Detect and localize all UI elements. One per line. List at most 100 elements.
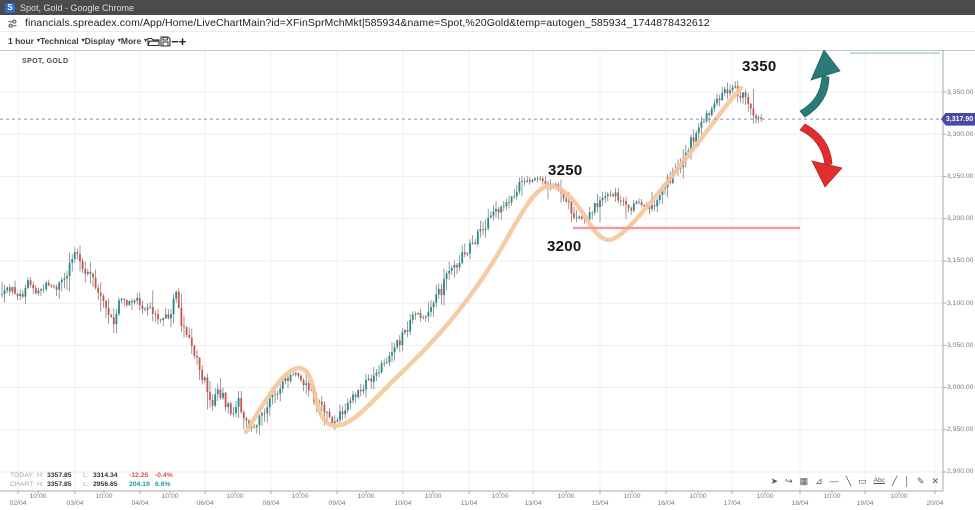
- time-tick-label: 10:00: [95, 493, 112, 500]
- open-chart-button[interactable]: [147, 36, 160, 47]
- horizontal-line-tool-icon[interactable]: —: [830, 477, 839, 486]
- display-dropdown[interactable]: Display ▾: [85, 36, 121, 46]
- time-tick-label: 10:00: [823, 493, 840, 500]
- zoom-in-button[interactable]: +: [179, 35, 187, 48]
- time-tick-label: 10:00: [161, 493, 178, 500]
- low-label: L:: [83, 472, 93, 481]
- time-tick-label: 09/04: [328, 500, 345, 507]
- annotation-label-3350[interactable]: 3350: [742, 58, 777, 75]
- more-dropdown[interactable]: More ▾: [121, 36, 147, 46]
- text-tool-icon[interactable]: Abc: [874, 478, 885, 485]
- window-title: Spot, Gold - Google Chrome: [20, 3, 134, 13]
- time-tick-label: 10:00: [756, 493, 773, 500]
- window-titlebar: S Spot, Gold - Google Chrome: [0, 0, 975, 15]
- chart-toolbar: 1 hour ▾ Technical ▾ Display ▾ More ▾ − …: [0, 32, 975, 50]
- marker-tool-icon[interactable]: ✎: [917, 477, 925, 486]
- today-high: 3357.85: [47, 472, 77, 481]
- low-label: L:: [83, 481, 93, 490]
- open-folder-icon: [147, 36, 160, 47]
- chart-stats-row: CHART: H: 3357.85 L: 2956.65 204.19 6.6%: [10, 481, 173, 490]
- time-tick-label: 10:00: [424, 493, 441, 500]
- price-tick-label: 2,900.00: [947, 468, 973, 475]
- annotation-label-3250[interactable]: 3250: [548, 162, 583, 179]
- site-settings-icon[interactable]: [7, 18, 18, 29]
- today-label: TODAY:: [10, 472, 37, 481]
- delete-tool-icon[interactable]: ✕: [931, 477, 939, 486]
- session-stats: TODAY: H: 3357.85 L: 3314.34 -12.25 -0.4…: [10, 472, 173, 489]
- sketch-curve-annotation[interactable]: [246, 88, 741, 432]
- channel-tool-icon[interactable]: ⊿: [815, 477, 823, 486]
- price-tick-label: 3,000.00: [947, 384, 973, 391]
- price-tick-label: 3,250.00: [947, 173, 973, 180]
- high-label: H:: [37, 481, 47, 490]
- vertical-line-tool-icon[interactable]: │: [904, 477, 910, 486]
- rectangle-tool-icon[interactable]: ▭: [858, 477, 867, 486]
- today-low: 3314.34: [93, 472, 123, 481]
- time-tick-label: 03/04: [66, 500, 83, 507]
- browser-window: { "window": { "title": "Spot, Gold - Goo…: [0, 0, 975, 510]
- trendline-tool-icon[interactable]: ╲: [846, 477, 851, 486]
- time-tick-label: 10:00: [557, 493, 574, 500]
- technical-dropdown[interactable]: Technical ▾: [40, 36, 85, 46]
- symbol-label: SPOT, GOLD: [22, 58, 68, 65]
- candlestick-chart-canvas[interactable]: [0, 50, 975, 510]
- time-tick-label: 20/04: [926, 500, 943, 507]
- time-tick-label: 10:00: [29, 493, 46, 500]
- time-tick-label: 08/04: [262, 500, 279, 507]
- price-tick-label: 3,050.00: [947, 342, 973, 349]
- price-tick-label: 3,150.00: [947, 257, 973, 264]
- today-change: -12.25: [129, 472, 155, 481]
- time-tick-label: 10:00: [491, 493, 508, 500]
- diagonal-line-tool-icon[interactable]: ╱: [892, 477, 897, 486]
- high-label: H:: [37, 472, 47, 481]
- elbow-arrow-tool-icon[interactable]: ↪: [785, 477, 793, 486]
- chart-change: 204.19: [129, 481, 155, 490]
- price-tick-label: 3,200.00: [947, 215, 973, 222]
- plus-icon: +: [179, 35, 187, 48]
- drawing-toolbar: ➤ ↪ ▦ ⊿ — ╲ ▭ Abc ╱ │ ✎ ✕: [771, 477, 939, 486]
- time-tick-label: 10/04: [394, 500, 411, 507]
- cursor-tool-icon[interactable]: ➤: [771, 477, 779, 486]
- gridlines: [0, 50, 943, 491]
- time-tick-label: 10:00: [291, 493, 308, 500]
- price-tick-label: 3,100.00: [947, 300, 973, 307]
- time-tick-label: 15/04: [591, 500, 608, 507]
- url-bar[interactable]: financials.spreadex.com/App/Home/LiveCha…: [0, 15, 975, 32]
- more-label: More: [121, 36, 141, 46]
- time-tick-label: 10:00: [226, 493, 243, 500]
- display-label: Display: [85, 36, 115, 46]
- current-price-badge: 3,317.90: [941, 113, 975, 126]
- time-tick-label: 10:00: [623, 493, 640, 500]
- url-text[interactable]: financials.spreadex.com/App/Home/LiveCha…: [25, 17, 710, 29]
- today-stats-row: TODAY: H: 3357.85 L: 3314.34 -12.25 -0.4…: [10, 472, 173, 481]
- time-tick-label: 02/04: [9, 500, 26, 507]
- time-tick-label: 11/04: [461, 500, 478, 507]
- price-tick-label: 3,300.00: [947, 131, 973, 138]
- annotation-label-3200[interactable]: 3200: [547, 238, 582, 255]
- save-floppy-icon: [160, 36, 171, 47]
- up-arrow-annotation[interactable]: [800, 50, 840, 117]
- save-chart-button[interactable]: [160, 36, 171, 47]
- minus-icon: −: [171, 35, 179, 48]
- time-tick-label: 16/04: [657, 500, 674, 507]
- price-tick-label: 2,950.00: [947, 426, 973, 433]
- chart-change-pct: 6.6%: [155, 481, 171, 490]
- down-arrow-annotation[interactable]: [800, 124, 842, 187]
- timeframe-label: 1 hour: [8, 36, 34, 46]
- time-tick-label: 13/04: [524, 500, 541, 507]
- chart-high: 3357.85: [47, 481, 77, 490]
- price-tick-label: 3,350.00: [947, 89, 973, 96]
- time-tick-label: 06/04: [196, 500, 213, 507]
- chart-low: 2956.65: [93, 481, 123, 490]
- technical-label: Technical: [40, 36, 79, 46]
- time-tick-label: 10:00: [890, 493, 907, 500]
- time-tick-label: 17/04: [723, 500, 740, 507]
- site-favicon-icon: S: [5, 3, 15, 13]
- time-tick-label: 18/04: [791, 500, 808, 507]
- timeframe-dropdown[interactable]: 1 hour ▾: [8, 36, 40, 46]
- chart-area[interactable]: SPOT, GOLD 3,350.00 3,300.00 3,250.00 3,200…: [0, 50, 975, 510]
- grid-tool-icon[interactable]: ▦: [800, 477, 809, 486]
- zoom-out-button[interactable]: −: [171, 35, 179, 48]
- time-tick-label: 10:00: [689, 493, 706, 500]
- time-tick-label: 10:00: [357, 493, 374, 500]
